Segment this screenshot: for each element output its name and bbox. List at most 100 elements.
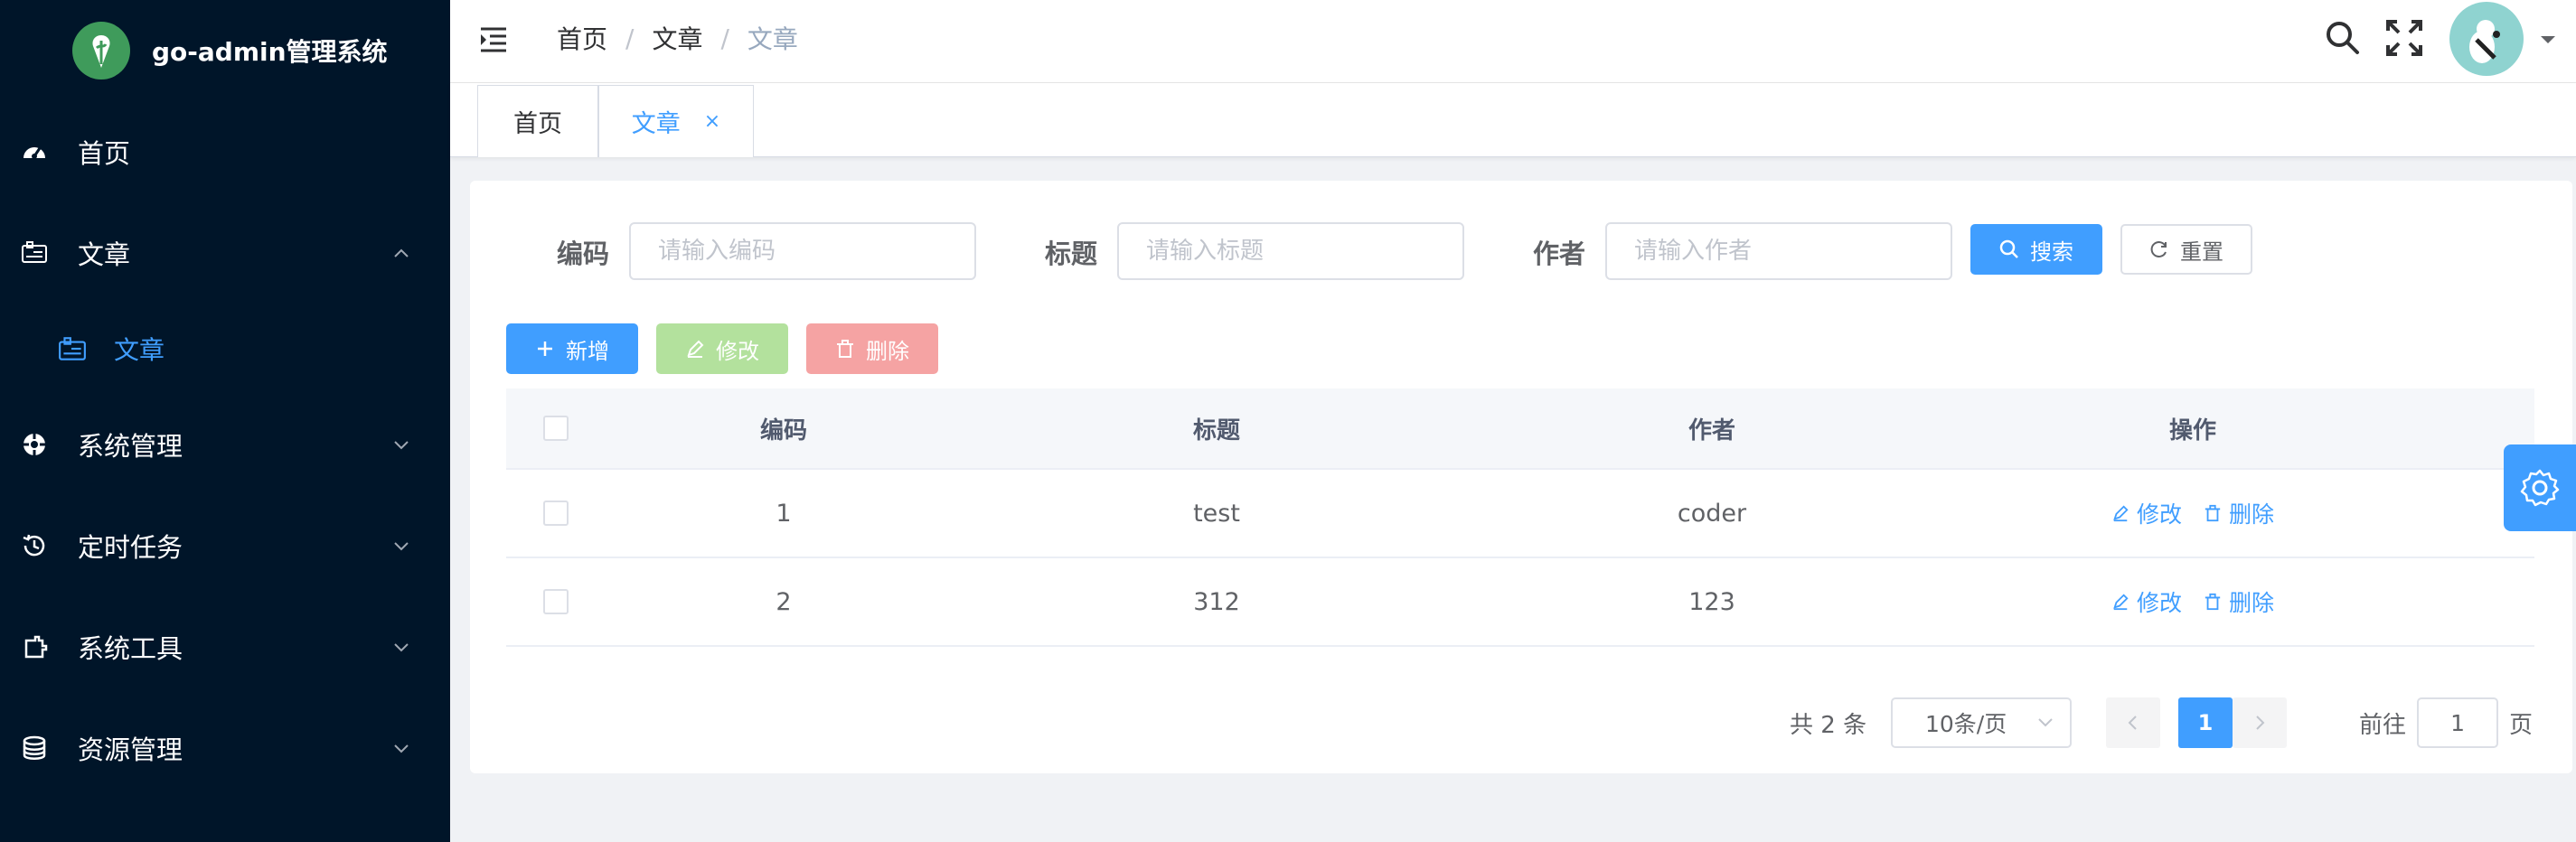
sidebar-item-label: 首页 bbox=[78, 138, 131, 169]
breadcrumb-item[interactable]: 文章 bbox=[652, 20, 702, 56]
sidebar: go-admin管理系统 首页 文章 文章 系统管理 定时任务 系统工具 资源管… bbox=[0, 0, 450, 842]
article-icon bbox=[59, 337, 86, 360]
prev-page-button[interactable] bbox=[2106, 697, 2160, 748]
table-row[interactable]: 2 312 123 修改 删除 bbox=[506, 558, 2534, 647]
add-button-label: 新增 bbox=[566, 338, 609, 364]
page-size-value: 10条/页 bbox=[1925, 711, 2007, 737]
cell-actions: 修改 删除 bbox=[1952, 470, 2433, 557]
schedule-icon bbox=[20, 531, 49, 560]
edit-icon bbox=[687, 340, 704, 358]
row-delete-label: 删除 bbox=[2229, 501, 2275, 528]
chevron-left-icon bbox=[2128, 716, 2137, 730]
cell-actions: 修改 删除 bbox=[1952, 558, 2433, 645]
code-input[interactable] bbox=[629, 222, 976, 280]
row-edit-label: 修改 bbox=[2136, 590, 2182, 616]
row-checkbox[interactable] bbox=[543, 589, 569, 614]
top-header: 首页 / 文章 / 文章 bbox=[450, 0, 2576, 83]
sidebar-subitem-article[interactable]: 文章 bbox=[0, 304, 450, 394]
breadcrumb-separator: / bbox=[625, 23, 635, 53]
row-edit-button[interactable]: 修改 bbox=[2111, 585, 2182, 618]
row-edit-label: 修改 bbox=[2136, 501, 2182, 528]
tags-view: 首页 文章 × bbox=[450, 83, 2576, 157]
dashboard-icon bbox=[20, 137, 49, 166]
row-delete-label: 删除 bbox=[2229, 590, 2275, 616]
search-icon[interactable] bbox=[2323, 18, 2363, 58]
settings-button[interactable] bbox=[2504, 444, 2576, 531]
cell-code: 1 bbox=[776, 499, 792, 528]
breadcrumb-separator: / bbox=[720, 23, 729, 53]
cell-code: 2 bbox=[776, 587, 792, 616]
cell-author: coder bbox=[1677, 499, 1747, 528]
trash-icon bbox=[837, 340, 853, 358]
chevron-down-icon bbox=[2038, 718, 2053, 727]
cell-title: test bbox=[1193, 499, 1240, 528]
row-delete-button[interactable]: 删除 bbox=[2204, 585, 2274, 618]
header-checkbox-cell bbox=[506, 388, 606, 468]
row-edit-button[interactable]: 修改 bbox=[2111, 497, 2182, 529]
column-header[interactable]: 编码 bbox=[606, 388, 962, 468]
sidebar-item-article[interactable]: 文章 bbox=[0, 202, 450, 304]
filter-author-label: 作者 bbox=[1533, 239, 1586, 269]
cell-author: 123 bbox=[1688, 587, 1735, 616]
app-title: go-admin管理系统 bbox=[152, 37, 388, 67]
trash-icon bbox=[2205, 593, 2221, 611]
tab-home[interactable]: 首页 bbox=[477, 85, 598, 157]
sidebar-item-system[interactable]: 系统管理 bbox=[0, 394, 450, 495]
page-number[interactable]: 1 bbox=[2178, 697, 2233, 748]
search-button[interactable]: 搜索 bbox=[1970, 224, 2102, 275]
avatar[interactable] bbox=[2449, 2, 2524, 76]
row-checkbox[interactable] bbox=[543, 501, 569, 526]
select-all-checkbox[interactable] bbox=[543, 416, 569, 441]
caret-down-icon[interactable] bbox=[2538, 33, 2558, 47]
title-input[interactable] bbox=[1117, 222, 1464, 280]
cell-title: 312 bbox=[1193, 587, 1240, 616]
article-icon bbox=[20, 239, 49, 267]
row-delete-button[interactable]: 删除 bbox=[2204, 497, 2274, 529]
tab-label: 文章 bbox=[631, 110, 681, 138]
sidebar-item-schedule[interactable]: 定时任务 bbox=[0, 495, 450, 596]
search-icon bbox=[1999, 239, 2018, 258]
brand[interactable]: go-admin管理系统 bbox=[0, 0, 450, 101]
sidebar-item-label: 资源管理 bbox=[78, 734, 183, 765]
delete-button-label: 删除 bbox=[866, 338, 909, 364]
add-button[interactable]: 新增 bbox=[506, 323, 638, 374]
close-icon[interactable]: × bbox=[704, 110, 720, 133]
reset-button[interactable]: 重置 bbox=[2120, 224, 2252, 275]
breadcrumb-item[interactable]: 首页 bbox=[557, 20, 607, 56]
sidebar-item-label: 定时任务 bbox=[78, 532, 183, 563]
page-jumper: 前往 页 bbox=[2359, 697, 2533, 748]
sidebar-item-home[interactable]: 首页 bbox=[0, 101, 450, 202]
filter-title-label: 标题 bbox=[1045, 239, 1098, 269]
sidebar-item-label: 系统管理 bbox=[78, 431, 183, 462]
chevron-up-icon bbox=[394, 248, 409, 257]
edit-button[interactable]: 修改 bbox=[656, 323, 788, 374]
chevron-down-icon bbox=[394, 542, 409, 551]
gear-icon bbox=[2520, 469, 2560, 507]
search-button-label: 搜索 bbox=[2030, 239, 2073, 265]
table-row[interactable]: 1 test coder 修改 删除 bbox=[506, 470, 2534, 558]
filter-code-label: 编码 bbox=[557, 239, 610, 269]
system-icon bbox=[20, 430, 49, 459]
row-checkbox-cell bbox=[506, 558, 606, 645]
column-header[interactable]: 作者 bbox=[1471, 388, 1952, 468]
tab-article[interactable]: 文章 × bbox=[598, 85, 754, 157]
sidebar-item-label: 系统工具 bbox=[78, 633, 183, 664]
goto-prefix: 前往 bbox=[2359, 711, 2407, 739]
next-page-button[interactable] bbox=[2233, 697, 2287, 748]
delete-button[interactable]: 删除 bbox=[806, 323, 938, 374]
sidebar-item-tools[interactable]: 系统工具 bbox=[0, 596, 450, 697]
fullscreen-icon[interactable] bbox=[2384, 18, 2424, 58]
hamburger-icon[interactable] bbox=[479, 23, 512, 56]
trash-icon bbox=[2205, 504, 2221, 522]
breadcrumb-current: 文章 bbox=[747, 24, 798, 54]
sidebar-item-resource[interactable]: 资源管理 bbox=[0, 697, 450, 799]
plus-icon bbox=[538, 341, 552, 356]
column-header[interactable]: 标题 bbox=[962, 388, 1471, 468]
tools-icon bbox=[20, 632, 49, 661]
row-checkbox-cell bbox=[506, 470, 606, 557]
app-logo-icon bbox=[72, 22, 130, 80]
goto-page-input[interactable] bbox=[2417, 697, 2499, 748]
page-size-select[interactable]: 10条/页 bbox=[1891, 697, 2072, 748]
author-input[interactable] bbox=[1605, 222, 1952, 280]
content-card: 编码 标题 作者 搜索 重置 新增 修改 删除 编码 标题 作者 操作 1 bbox=[470, 181, 2572, 773]
